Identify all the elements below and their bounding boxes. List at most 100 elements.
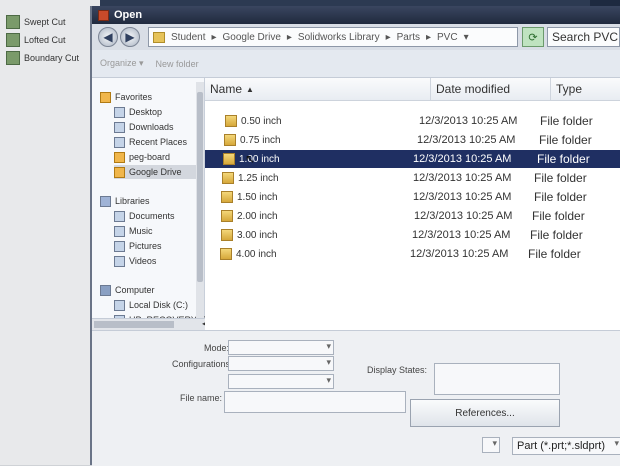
new-folder-button[interactable]: New folder bbox=[156, 59, 199, 69]
breadcrumb-student[interactable]: Student bbox=[171, 32, 205, 43]
ribbon-lofted-cut[interactable]: Lofted Cut bbox=[6, 32, 66, 48]
display-states-label: Display States: bbox=[367, 365, 428, 375]
file-name-input[interactable] bbox=[224, 391, 406, 413]
file-row[interactable]: 1.00 inch 12/3/2013 10:25 AM File folder bbox=[205, 150, 620, 168]
nav-item-documents[interactable]: Documents bbox=[114, 209, 175, 223]
nav-computer-header[interactable]: Computer bbox=[100, 283, 155, 297]
file-row[interactable]: 2.00 inch 12/3/2013 10:25 AM File folder bbox=[205, 207, 620, 225]
configurations-dropdown[interactable] bbox=[228, 356, 334, 371]
breadcrumb-parts[interactable]: Parts bbox=[397, 32, 420, 43]
configurations-secondary-dropdown[interactable] bbox=[228, 374, 334, 389]
desktop-icon bbox=[114, 106, 125, 118]
star-icon bbox=[100, 91, 111, 103]
horizontal-scroll-thumb[interactable] bbox=[94, 321, 174, 328]
file-row[interactable]: 0.50 inch 12/3/2013 10:25 AM File folder bbox=[205, 112, 620, 130]
file-date: 12/3/2013 10:25 AM bbox=[412, 229, 511, 241]
open-options-form: Mode: Configurations: Display States: Fi… bbox=[92, 330, 620, 466]
mode-label: Mode: bbox=[204, 343, 230, 353]
configurations-label: Configurations: bbox=[172, 359, 233, 369]
documents-icon bbox=[114, 210, 125, 222]
folder-icon bbox=[221, 191, 233, 203]
folder-icon bbox=[222, 172, 234, 184]
file-name: 1.25 inch bbox=[238, 172, 279, 184]
file-type: File folder bbox=[539, 133, 592, 147]
ribbon-swept-cut[interactable]: Swept Cut bbox=[6, 14, 66, 30]
ribbon-boundary-cut[interactable]: Boundary Cut bbox=[6, 50, 79, 66]
nav-item-videos[interactable]: Videos bbox=[114, 254, 156, 268]
back-arrow-icon: ◀ bbox=[103, 30, 113, 44]
nav-scrollbar-thumb[interactable] bbox=[197, 92, 203, 282]
solidworks-ribbon: Swept Cut Lofted Cut Boundary Cut bbox=[0, 0, 100, 465]
nav-item-recent-places[interactable]: Recent Places bbox=[114, 135, 187, 149]
navigation-pane: Favorites Desktop Downloads Recent Place… bbox=[92, 78, 211, 330]
file-row[interactable]: 3.00 inch 12/3/2013 10:25 AM File folder bbox=[205, 226, 620, 244]
organize-button[interactable]: Organize ▾ bbox=[100, 58, 144, 69]
file-row[interactable]: 1.50 inch 12/3/2013 10:25 AM File folder bbox=[205, 188, 620, 206]
file-list: Name ▲ Date modified Type 0.50 inch 12/3/2… bbox=[205, 78, 620, 330]
file-row[interactable]: 1.25 inch 12/3/2013 10:25 AM File folder bbox=[205, 169, 620, 187]
file-type: File folder bbox=[528, 247, 581, 261]
nav-item-music[interactable]: Music bbox=[114, 224, 153, 238]
music-icon bbox=[114, 225, 125, 237]
file-row[interactable]: 4.00 inch 12/3/2013 10:25 AM File folder bbox=[205, 245, 620, 263]
folder-icon bbox=[225, 115, 237, 127]
file-type: File folder bbox=[534, 190, 587, 204]
forward-arrow-icon: ▶ bbox=[125, 30, 135, 44]
folder-icon bbox=[221, 229, 233, 241]
folder-icon bbox=[223, 153, 235, 165]
downloads-icon bbox=[114, 121, 125, 133]
pictures-icon bbox=[114, 240, 125, 252]
folder-icon bbox=[114, 151, 125, 163]
file-type: File folder bbox=[530, 228, 583, 242]
file-type-dropdown[interactable]: Part (*.prt;*.sldprt) bbox=[512, 437, 620, 455]
nav-item-pictures[interactable]: Pictures bbox=[114, 239, 162, 253]
nav-item-desktop[interactable]: Desktop bbox=[114, 105, 162, 119]
swept-cut-icon bbox=[6, 15, 20, 29]
dialog-toolbar: Organize ▾ New folder bbox=[92, 50, 620, 78]
file-name: 1.50 inch bbox=[237, 191, 278, 203]
nav-libraries-header[interactable]: Libraries bbox=[100, 194, 150, 208]
nav-favorites-header[interactable]: Favorites bbox=[100, 90, 152, 104]
boundary-cut-icon bbox=[6, 51, 20, 65]
mode-dropdown[interactable] bbox=[228, 340, 334, 355]
search-input[interactable]: Search PVC bbox=[547, 27, 620, 47]
mouse-cursor-icon: ↖ bbox=[245, 152, 256, 166]
file-date: 12/3/2013 10:25 AM bbox=[417, 134, 516, 146]
file-type: File folder bbox=[534, 171, 587, 185]
breadcrumb-google-drive[interactable]: Google Drive bbox=[223, 32, 281, 43]
dialog-titlebar[interactable]: Open bbox=[92, 6, 620, 24]
breadcrumb-solidworks-library[interactable]: Solidworks Library bbox=[298, 32, 380, 43]
references-button[interactable]: References... bbox=[410, 399, 560, 427]
file-name: 4.00 inch bbox=[236, 248, 277, 260]
file-row[interactable]: 0.75 inch 12/3/2013 10:25 AM File folder bbox=[205, 131, 620, 149]
file-date: 12/3/2013 10:25 AM bbox=[413, 172, 512, 184]
nav-item-downloads[interactable]: Downloads bbox=[114, 120, 174, 134]
file-name-dropdown-arrow[interactable] bbox=[482, 437, 500, 453]
folder-icon bbox=[224, 134, 236, 146]
refresh-button[interactable]: ⟳ bbox=[522, 27, 544, 47]
file-date: 12/3/2013 10:25 AM bbox=[410, 248, 509, 260]
nav-item-peg-board[interactable]: peg-board bbox=[114, 150, 170, 164]
chevron-down-icon[interactable]: ▾ bbox=[464, 32, 469, 43]
column-headers: Name ▲ Date modified Type bbox=[205, 78, 620, 101]
libraries-icon bbox=[100, 195, 111, 207]
drive-icon bbox=[114, 299, 125, 311]
nav-item-local-disk[interactable]: Local Disk (C:) bbox=[114, 298, 188, 312]
column-type[interactable]: Type bbox=[551, 78, 620, 100]
forward-button[interactable]: ▶ bbox=[120, 27, 140, 47]
column-name[interactable]: Name ▲ bbox=[205, 78, 431, 100]
folder-icon bbox=[221, 210, 233, 222]
column-date-modified[interactable]: Date modified bbox=[431, 78, 551, 100]
nav-item-google-drive[interactable]: Google Drive bbox=[114, 165, 200, 179]
file-type: File folder bbox=[540, 114, 593, 128]
computer-icon bbox=[100, 284, 111, 296]
back-button[interactable]: ◀ bbox=[98, 27, 118, 47]
sort-up-icon: ▲ bbox=[246, 84, 254, 94]
address-bar[interactable]: Student ▸ Google Drive ▸ Solidworks Librar… bbox=[148, 27, 518, 47]
dialog-title: Open bbox=[114, 9, 143, 21]
breadcrumb-pvc[interactable]: PVC bbox=[437, 32, 458, 43]
open-dialog: Open ◀ ▶ Student ▸ Google Drive ▸ Solidwor… bbox=[90, 6, 620, 466]
file-name: 3.00 inch bbox=[237, 229, 278, 241]
file-date: 12/3/2013 10:25 AM bbox=[413, 191, 512, 203]
display-states-list[interactable] bbox=[434, 363, 560, 395]
